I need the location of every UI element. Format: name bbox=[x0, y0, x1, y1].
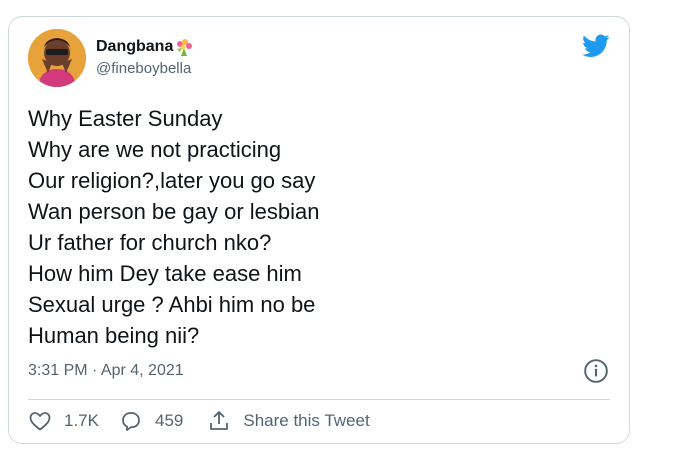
divider bbox=[28, 399, 610, 400]
share-upload-icon bbox=[210, 411, 229, 430]
tweet-line: Our religion?,later you go say bbox=[28, 168, 316, 193]
bouquet-icon bbox=[174, 37, 194, 57]
reply-count: 459 bbox=[154, 411, 184, 430]
tweet-line: Why are we not practicing bbox=[28, 137, 282, 162]
tweet-line: Human being nii? bbox=[28, 323, 200, 348]
tweet-line: How him Dey take ease him bbox=[28, 261, 302, 286]
heart-icon bbox=[29, 412, 51, 431]
author-display-name[interactable]: Dangbana bbox=[96, 37, 173, 57]
like-button[interactable]: 1.7K bbox=[28, 409, 99, 433]
share-label[interactable]: Share this Tweet bbox=[243, 411, 369, 431]
twitter-bird-icon[interactable] bbox=[582, 34, 610, 58]
like-count: 1.7K bbox=[64, 411, 99, 430]
tweet-actions: 1.7K 459 Share this Tweet bbox=[28, 407, 370, 435]
tweet-line: Why Easter Sunday bbox=[28, 106, 223, 131]
info-icon[interactable] bbox=[583, 358, 609, 384]
tweet-card[interactable]: Dangbana @fineboybella Why Easter Sunday… bbox=[8, 16, 630, 444]
reply-bubble-icon bbox=[122, 412, 140, 431]
tweet-line: Ur father for church nko? bbox=[28, 230, 272, 255]
avatar-image bbox=[28, 29, 86, 87]
author-handle[interactable]: @fineboybella bbox=[96, 59, 194, 79]
tweet-line: Sexual urge ? Ahbi him no be bbox=[28, 292, 316, 317]
share-button[interactable]: Share this Tweet bbox=[207, 409, 370, 433]
tweet-line: Wan person be gay or lesbian bbox=[28, 199, 320, 224]
avatar[interactable] bbox=[28, 29, 86, 87]
tweet-text: Why Easter Sunday Why are we not practic… bbox=[28, 103, 608, 351]
tweet-timestamp[interactable]: 3:31 PM · Apr 4, 2021 bbox=[28, 357, 184, 385]
reply-button[interactable]: 459 bbox=[119, 409, 183, 433]
author-display-name-row[interactable]: Dangbana bbox=[96, 37, 194, 57]
